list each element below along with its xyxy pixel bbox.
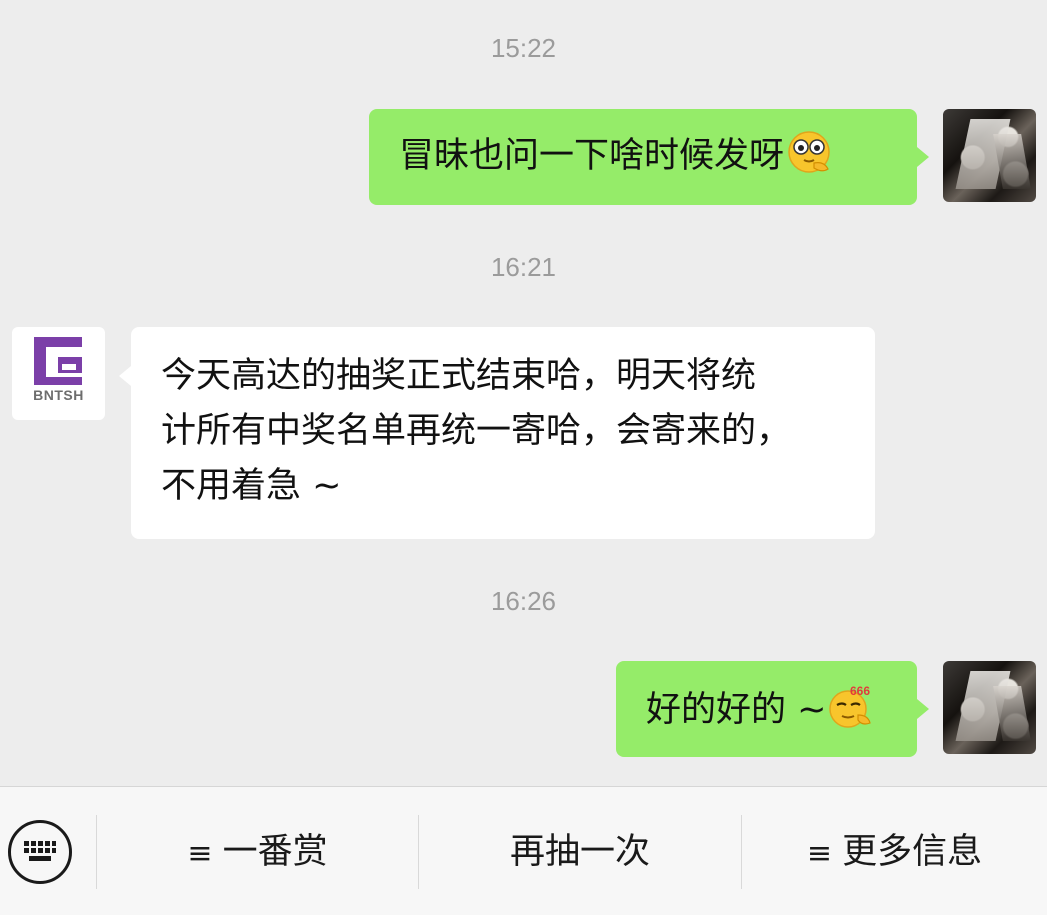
menu-label: 更多信息: [842, 832, 983, 872]
menu-button-draw-again[interactable]: 再抽一次: [419, 815, 741, 889]
message-text: 冒昧也问一下啥时候发呀: [399, 136, 785, 176]
svg-text:666: 666: [850, 684, 870, 698]
thinking-emoji-icon: [788, 131, 830, 173]
user-avatar[interactable]: [943, 109, 1036, 202]
menu-label: 再抽一次: [509, 832, 650, 872]
menu-button-yifanshang[interactable]: ≡ 一番赏: [97, 815, 418, 889]
bubble-tail: [917, 147, 929, 167]
666-cool-emoji-icon: 666: [829, 684, 872, 728]
message-text-line: 不用着急 ~: [161, 466, 342, 506]
message-text-line: 计所有中奖名单再统一寄哈，会寄来的，: [161, 411, 792, 451]
message-text-line: 今天高达的抽奖正式结束哈，明天将统: [161, 356, 757, 396]
keyboard-toggle-button[interactable]: [8, 820, 72, 884]
menu-label: 一番赏: [222, 832, 328, 872]
menu-button-more-info[interactable]: ≡ 更多信息: [742, 815, 1047, 889]
timestamp: 16:26: [490, 586, 557, 616]
message-bubble-received[interactable]: 今天高达的抽奖正式结束哈，明天将统 计所有中奖名单再统一寄哈，会寄来的， 不用着…: [131, 327, 875, 539]
message-text: 好的好的 ~: [646, 690, 827, 730]
bubble-tail: [119, 366, 131, 386]
message-bubble-sent[interactable]: 冒昧也问一下啥时候发呀: [369, 109, 917, 205]
chat-area[interactable]: 15:22 冒昧也问一下啥时候发呀 16:21 BNTSH 今天高达的抽奖正式结…: [0, 0, 1047, 786]
brand-avatar[interactable]: BNTSH: [12, 327, 105, 420]
user-avatar[interactable]: [943, 661, 1036, 754]
menu-list-icon: ≡: [806, 836, 833, 871]
timestamp: 15:22: [490, 33, 557, 63]
bubble-tail: [917, 699, 929, 719]
bntsh-logo-icon: [34, 337, 82, 385]
timestamp: 16:21: [490, 252, 557, 282]
menu-list-icon: ≡: [187, 836, 213, 871]
keyboard-icon: [24, 841, 56, 861]
message-bubble-sent[interactable]: 好的好的 ~ 666: [616, 661, 917, 757]
bottom-menu-bar: ≡ 一番赏 再抽一次 ≡ 更多信息: [0, 786, 1047, 915]
brand-name: BNTSH: [33, 387, 84, 403]
